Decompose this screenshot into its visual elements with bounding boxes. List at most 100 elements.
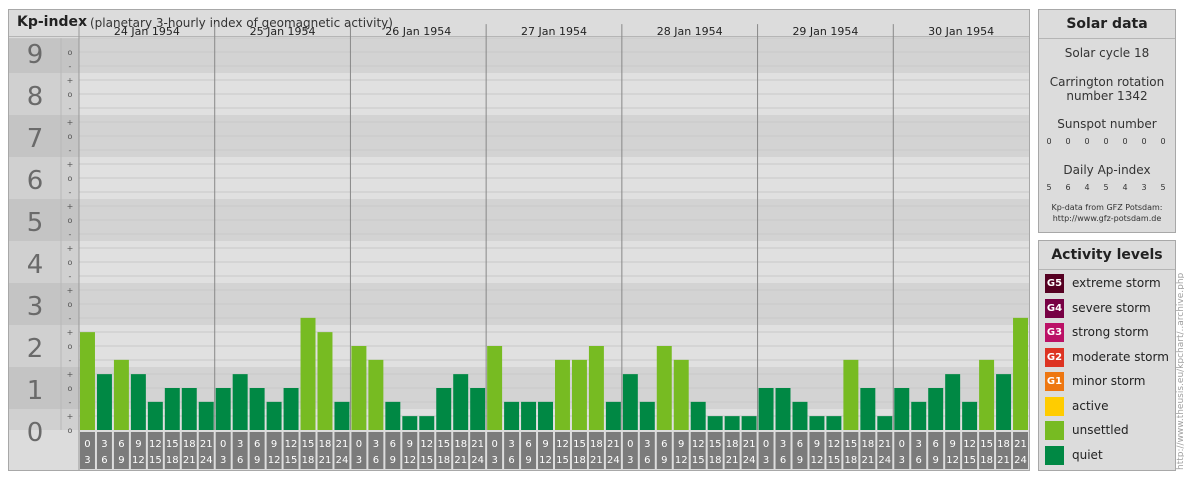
kp-bar [249, 388, 265, 430]
activity-level-minor-storm: G1 minor storm [1045, 372, 1175, 391]
solar-value: 0 [1122, 137, 1128, 146]
kp-bar [707, 416, 723, 430]
activity-label: minor storm [1072, 374, 1146, 388]
x-interval-start: 21 [336, 439, 349, 450]
day-label: 24 Jan 1954 [114, 25, 180, 38]
solar-value: 5 [1160, 183, 1166, 192]
y-sub-tick-label: o [68, 132, 73, 141]
y-sub-tick-label: - [69, 188, 72, 197]
solar-value: 5 [1046, 183, 1052, 192]
x-interval-end: 18 [302, 455, 315, 466]
x-interval-end: 15 [420, 455, 433, 466]
x-interval-end: 21 [319, 455, 332, 466]
x-interval-start: 0 [491, 439, 497, 450]
kp-bar [979, 359, 995, 430]
activity-label: unsettled [1072, 423, 1129, 437]
x-interval-start: 12 [963, 439, 976, 450]
x-interval-end: 18 [980, 455, 993, 466]
kp-bar [809, 416, 825, 430]
x-interval-end: 9 [390, 455, 396, 466]
x-interval-end: 3 [491, 455, 497, 466]
x-interval-end: 6 [644, 455, 650, 466]
y-sub-tick-label: - [69, 146, 72, 155]
kp-bar [945, 374, 961, 430]
activity-label: strong storm [1072, 325, 1149, 339]
y-tick-label-5: 5 [27, 208, 44, 238]
activity-swatch [1045, 445, 1064, 465]
kp-bar [639, 401, 655, 430]
y-sub-tick-label: o [68, 426, 73, 435]
y-sub-tick-label: o [68, 174, 73, 183]
x-interval-start: 21 [607, 439, 620, 450]
activity-label: quiet [1072, 447, 1103, 462]
x-interval-start: 6 [254, 439, 260, 450]
activity-level-extreme-storm: G5 extreme storm [1045, 274, 1175, 293]
y-tick-label-4: 4 [27, 250, 44, 280]
x-interval-start: 3 [237, 439, 243, 450]
x-interval-start: 15 [980, 439, 993, 450]
kp-bar [690, 401, 706, 430]
y-sub-tick-label: + [67, 244, 74, 253]
credit-link[interactable]: http://www.gfz-potsdam.de [1039, 214, 1175, 224]
activity-level-severe-storm: G4 severe storm [1045, 298, 1175, 318]
solar-value: 0 [1065, 137, 1071, 146]
x-interval-start: 9 [814, 439, 820, 450]
x-interval-end: 3 [899, 455, 905, 466]
x-interval-start: 3 [373, 439, 379, 450]
kp-bar [928, 388, 944, 430]
x-interval-start: 3 [508, 439, 514, 450]
y-sub-tick-label: + [67, 328, 74, 337]
x-interval-end: 9 [797, 455, 803, 466]
kp-bar [80, 332, 95, 430]
x-interval-end: 9 [254, 455, 260, 466]
y-tick-label-1: 1 [27, 376, 44, 406]
x-interval-end: 18 [845, 455, 858, 466]
kp-bar [843, 359, 859, 430]
x-interval-start: 21 [471, 439, 484, 450]
y-sub-tick-label: - [69, 62, 72, 71]
kp-bar [181, 388, 197, 430]
x-interval-start: 3 [916, 439, 922, 450]
x-interval-end: 9 [525, 455, 531, 466]
solar-value: 0 [1103, 137, 1109, 146]
x-interval-start: 15 [709, 439, 722, 450]
x-interval-end: 15 [149, 455, 162, 466]
x-interval-end: 21 [726, 455, 739, 466]
kp-bar [894, 388, 910, 430]
y-tick-label-9: 9 [27, 40, 44, 70]
kp-bar [436, 388, 452, 430]
x-interval-end: 24 [743, 455, 756, 466]
y-sub-tick-label: o [68, 300, 73, 309]
x-interval-end: 15 [556, 455, 569, 466]
kp-bar [385, 401, 401, 430]
kp-bar [402, 416, 418, 430]
day-label: 27 Jan 1954 [521, 25, 587, 38]
kp-bar-chart: 0123456789o+o+-o+-o+-o+-o+-o+-o+-o+-o-24… [9, 24, 1029, 470]
activity-swatch: G3 [1045, 323, 1064, 342]
x-interval-start: 12 [420, 439, 433, 450]
x-interval-start: 15 [845, 439, 858, 450]
x-interval-end: 24 [1014, 455, 1027, 466]
kp-bar [266, 401, 282, 430]
kp-bar [741, 416, 757, 430]
kp-band-9 [79, 38, 1029, 73]
kp-bar [775, 388, 791, 430]
kp-bar [130, 374, 146, 430]
x-interval-end: 15 [963, 455, 976, 466]
kp-bar [911, 401, 927, 430]
y-tick-label-8: 8 [27, 82, 44, 112]
x-interval-end: 12 [675, 455, 688, 466]
activity-swatch: G5 [1045, 274, 1064, 293]
kp-bar [538, 401, 553, 430]
x-interval-start: 3 [644, 439, 650, 450]
x-interval-end: 15 [285, 455, 298, 466]
x-interval-end: 21 [183, 455, 196, 466]
x-interval-start: 0 [220, 439, 226, 450]
x-interval-end: 9 [118, 455, 124, 466]
x-interval-start: 18 [183, 439, 196, 450]
activity-levels-panel: Activity levels G5 extreme storm G4 severe … [1038, 240, 1176, 471]
kp-bar [656, 346, 672, 430]
x-interval-end: 12 [403, 455, 416, 466]
kp-bar [605, 401, 621, 430]
x-interval-start: 21 [200, 439, 213, 450]
